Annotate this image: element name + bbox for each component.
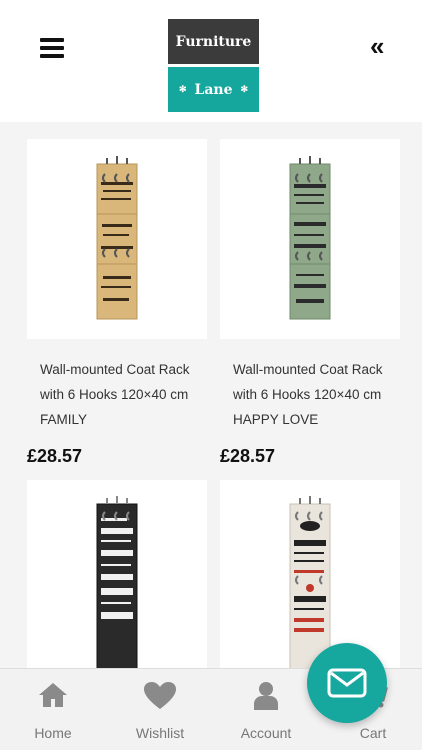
product-card[interactable] [27, 480, 207, 668]
app-header: Furniture ✻ Lane ✻ « [0, 0, 422, 122]
nav-home[interactable]: Home [8, 669, 98, 750]
nav-wishlist[interactable]: Wishlist [115, 669, 205, 750]
nav-home-label: Home [34, 725, 72, 741]
coat-rack-image [289, 496, 331, 668]
product-card[interactable]: Wall-mounted Coat Rack with 6 Hooks 120×… [220, 139, 400, 467]
nav-cart-label: Cart [359, 725, 387, 741]
logo-dot-icon: ✻ [178, 84, 187, 95]
product-title[interactable]: Wall-mounted Coat Rack with 6 Hooks 120×… [220, 357, 400, 432]
product-price: £28.57 [220, 446, 276, 466]
nav-wishlist-label: Wishlist [135, 725, 185, 741]
nav-account-label: Account [240, 725, 292, 741]
product-card[interactable]: Wall-mounted Coat Rack with 6 Hooks 120×… [27, 139, 207, 467]
product-image[interactable] [27, 139, 207, 339]
logo-top[interactable]: Furniture [168, 19, 259, 64]
user-icon [254, 682, 278, 710]
product-card[interactable] [220, 480, 400, 668]
coat-rack-image [96, 496, 138, 668]
logo-bottom[interactable]: ✻ Lane ✻ [168, 67, 259, 112]
home-icon [39, 683, 67, 707]
coat-rack-image [289, 156, 331, 320]
hamburger-icon[interactable] [40, 38, 64, 58]
product-image[interactable] [220, 139, 400, 339]
product-price: £28.57 [27, 446, 83, 466]
coat-rack-image [96, 156, 138, 320]
heart-icon [144, 682, 176, 709]
logo-top-text: Furniture [175, 33, 252, 50]
product-image[interactable] [220, 480, 400, 668]
mail-icon [327, 668, 367, 698]
double-chevron-left-icon[interactable]: « [370, 33, 390, 59]
product-grid: Wall-mounted Coat Rack with 6 Hooks 120×… [0, 122, 422, 668]
contact-fab-button[interactable] [307, 643, 387, 723]
nav-account[interactable]: Account [221, 669, 311, 750]
product-image[interactable] [27, 480, 207, 668]
logo-bottom-text: Lane [194, 81, 233, 98]
logo-dot-icon: ✻ [240, 84, 249, 95]
product-title[interactable]: Wall-mounted Coat Rack with 6 Hooks 120×… [27, 357, 207, 432]
